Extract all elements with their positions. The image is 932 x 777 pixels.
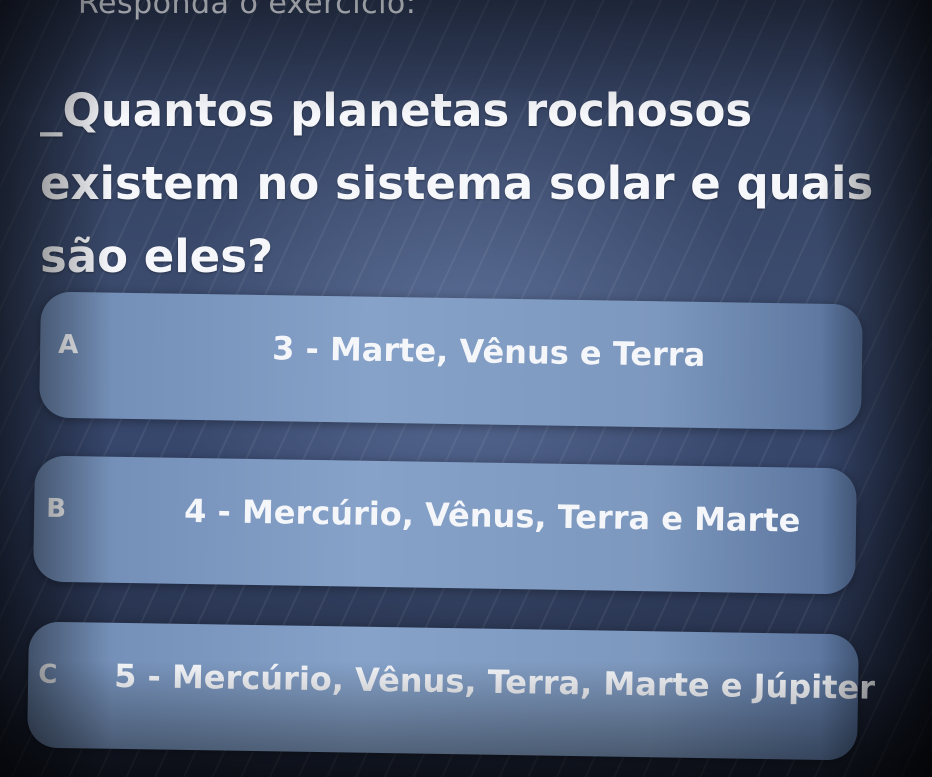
option-a-letter: A	[57, 329, 79, 361]
question-text: _Quantos planetas rochosos existem no si…	[40, 84, 874, 283]
instruction-text: Responda o exercício:	[78, 0, 417, 21]
option-c-text: 5 - Mercúrio, Vênus, Terra, Marte e Júpi…	[113, 656, 876, 707]
option-b-button[interactable]: B 4 - Mercúrio, Vênus, Terra e Marte	[33, 455, 857, 595]
option-b-letter: B	[45, 493, 67, 525]
option-a-text: 3 - Marte, Vênus e Terra	[271, 329, 706, 374]
option-c-button[interactable]: C 5 - Mercúrio, Vênus, Terra, Marte e Jú…	[27, 621, 875, 761]
option-a-button[interactable]: A 3 - Marte, Vênus e Terra	[39, 291, 863, 431]
option-c-letter: C	[37, 659, 58, 690]
option-b-text: 4 - Mercúrio, Vênus, Terra e Marte	[183, 491, 801, 540]
